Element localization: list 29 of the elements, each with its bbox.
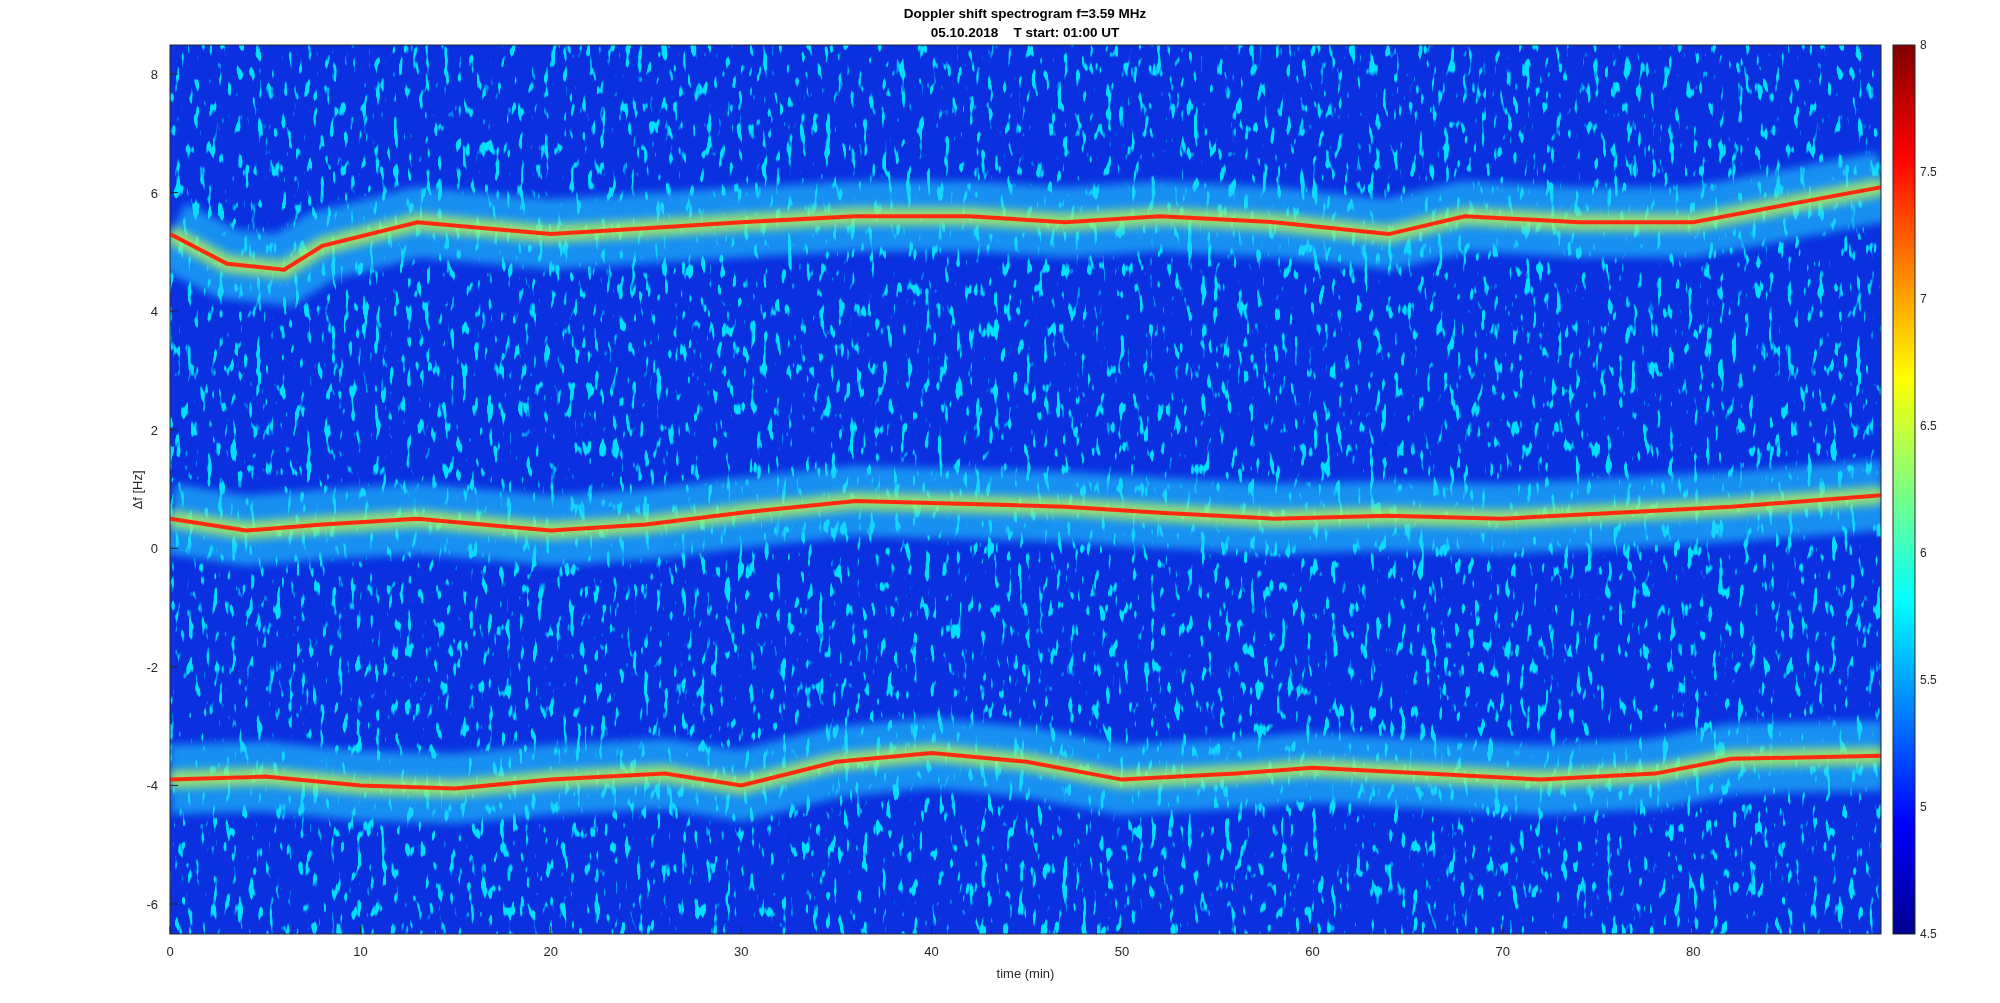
- axis-tick-label: -6: [146, 897, 158, 912]
- axis-tick-label: 4: [150, 304, 158, 320]
- axis-tick-label: 20: [543, 944, 559, 959]
- axis-tick-label: -4: [146, 778, 158, 794]
- plot-subtitle: 05.10.2018 T start: 01:00 UT: [930, 25, 1120, 40]
- colorbar-tick-label: 7.5: [1920, 165, 1937, 179]
- axis-tick-label: 80: [1685, 944, 1701, 959]
- colorbar-tick-label: 5.5: [1920, 673, 1937, 687]
- x-axis-label: time (min): [996, 966, 1055, 981]
- axis-tick-label: 0: [166, 944, 174, 959]
- colorbar-tick-label: 7: [1920, 292, 1927, 306]
- axis-tick-label: 40: [924, 944, 939, 959]
- axis-tick-label: 50: [1114, 944, 1130, 959]
- colorbar-tick-label: 8: [1920, 38, 1927, 52]
- axis-tick-label: 70: [1495, 944, 1511, 959]
- axis-tick-label: 0: [150, 541, 158, 557]
- colorbar-tick-label: 6: [1920, 546, 1927, 560]
- axis-tick-label: 60: [1305, 944, 1320, 959]
- colorbar-tick-label: 5: [1920, 800, 1927, 814]
- axis-tick-label: 6: [150, 185, 158, 201]
- plot-title: Doppler shift spectrogram f=3.59 MHz: [903, 6, 1147, 21]
- axis-tick-label: 30: [733, 944, 749, 959]
- colorbar-tick-label: 6.5: [1920, 419, 1937, 433]
- axis-tick-label: 10: [353, 944, 368, 959]
- y-axis-label: Δf [Hz]: [130, 470, 145, 510]
- colorbar-tick-label: 4.5: [1920, 927, 1937, 941]
- axis-tick-label: 8: [150, 67, 158, 82]
- axis-tick-label: -2: [146, 659, 158, 675]
- axis-tick-label: 2: [150, 422, 158, 438]
